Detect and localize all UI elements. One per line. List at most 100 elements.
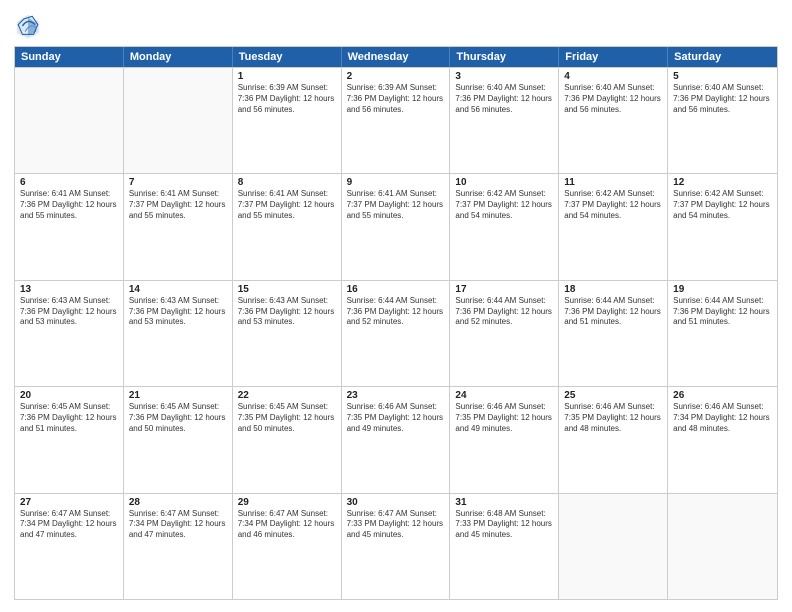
calendar-day-22: 22Sunrise: 6:45 AM Sunset: 7:35 PM Dayli… xyxy=(233,387,342,492)
header-day-friday: Friday xyxy=(559,47,668,67)
calendar-day-25: 25Sunrise: 6:46 AM Sunset: 7:35 PM Dayli… xyxy=(559,387,668,492)
calendar-day-19: 19Sunrise: 6:44 AM Sunset: 7:36 PM Dayli… xyxy=(668,281,777,386)
day-detail: Sunrise: 6:43 AM Sunset: 7:36 PM Dayligh… xyxy=(129,296,227,328)
day-detail: Sunrise: 6:41 AM Sunset: 7:37 PM Dayligh… xyxy=(347,189,445,221)
day-number: 19 xyxy=(673,284,772,295)
day-detail: Sunrise: 6:46 AM Sunset: 7:35 PM Dayligh… xyxy=(455,402,553,434)
day-detail: Sunrise: 6:44 AM Sunset: 7:36 PM Dayligh… xyxy=(564,296,662,328)
day-number: 24 xyxy=(455,390,553,401)
calendar-empty-cell xyxy=(559,494,668,599)
calendar-day-23: 23Sunrise: 6:46 AM Sunset: 7:35 PM Dayli… xyxy=(342,387,451,492)
calendar-empty-cell xyxy=(668,494,777,599)
day-number: 11 xyxy=(564,177,662,188)
day-detail: Sunrise: 6:45 AM Sunset: 7:36 PM Dayligh… xyxy=(20,402,118,434)
calendar-day-7: 7Sunrise: 6:41 AM Sunset: 7:37 PM Daylig… xyxy=(124,174,233,279)
calendar-day-28: 28Sunrise: 6:47 AM Sunset: 7:34 PM Dayli… xyxy=(124,494,233,599)
day-number: 6 xyxy=(20,177,118,188)
day-detail: Sunrise: 6:39 AM Sunset: 7:36 PM Dayligh… xyxy=(238,83,336,115)
day-number: 1 xyxy=(238,71,336,82)
header-day-tuesday: Tuesday xyxy=(233,47,342,67)
day-detail: Sunrise: 6:47 AM Sunset: 7:33 PM Dayligh… xyxy=(347,509,445,541)
calendar-day-14: 14Sunrise: 6:43 AM Sunset: 7:36 PM Dayli… xyxy=(124,281,233,386)
calendar: SundayMondayTuesdayWednesdayThursdayFrid… xyxy=(14,46,778,600)
calendar-day-20: 20Sunrise: 6:45 AM Sunset: 7:36 PM Dayli… xyxy=(15,387,124,492)
calendar-row-1: 6Sunrise: 6:41 AM Sunset: 7:36 PM Daylig… xyxy=(15,173,777,279)
day-number: 22 xyxy=(238,390,336,401)
day-detail: Sunrise: 6:39 AM Sunset: 7:36 PM Dayligh… xyxy=(347,83,445,115)
day-detail: Sunrise: 6:47 AM Sunset: 7:34 PM Dayligh… xyxy=(129,509,227,541)
header-day-thursday: Thursday xyxy=(450,47,559,67)
day-number: 23 xyxy=(347,390,445,401)
day-number: 17 xyxy=(455,284,553,295)
day-detail: Sunrise: 6:40 AM Sunset: 7:36 PM Dayligh… xyxy=(673,83,772,115)
day-number: 4 xyxy=(564,71,662,82)
day-detail: Sunrise: 6:44 AM Sunset: 7:36 PM Dayligh… xyxy=(455,296,553,328)
day-number: 21 xyxy=(129,390,227,401)
day-detail: Sunrise: 6:45 AM Sunset: 7:35 PM Dayligh… xyxy=(238,402,336,434)
day-detail: Sunrise: 6:43 AM Sunset: 7:36 PM Dayligh… xyxy=(20,296,118,328)
calendar-day-17: 17Sunrise: 6:44 AM Sunset: 7:36 PM Dayli… xyxy=(450,281,559,386)
day-number: 15 xyxy=(238,284,336,295)
calendar-day-30: 30Sunrise: 6:47 AM Sunset: 7:33 PM Dayli… xyxy=(342,494,451,599)
calendar-day-21: 21Sunrise: 6:45 AM Sunset: 7:36 PM Dayli… xyxy=(124,387,233,492)
calendar-day-11: 11Sunrise: 6:42 AM Sunset: 7:37 PM Dayli… xyxy=(559,174,668,279)
day-number: 5 xyxy=(673,71,772,82)
day-detail: Sunrise: 6:47 AM Sunset: 7:34 PM Dayligh… xyxy=(20,509,118,541)
calendar-row-2: 13Sunrise: 6:43 AM Sunset: 7:36 PM Dayli… xyxy=(15,280,777,386)
day-detail: Sunrise: 6:48 AM Sunset: 7:33 PM Dayligh… xyxy=(455,509,553,541)
day-detail: Sunrise: 6:41 AM Sunset: 7:37 PM Dayligh… xyxy=(238,189,336,221)
day-number: 18 xyxy=(564,284,662,295)
calendar-day-2: 2Sunrise: 6:39 AM Sunset: 7:36 PM Daylig… xyxy=(342,68,451,173)
day-detail: Sunrise: 6:45 AM Sunset: 7:36 PM Dayligh… xyxy=(129,402,227,434)
calendar-day-8: 8Sunrise: 6:41 AM Sunset: 7:37 PM Daylig… xyxy=(233,174,342,279)
header-day-wednesday: Wednesday xyxy=(342,47,451,67)
day-detail: Sunrise: 6:47 AM Sunset: 7:34 PM Dayligh… xyxy=(238,509,336,541)
day-detail: Sunrise: 6:42 AM Sunset: 7:37 PM Dayligh… xyxy=(564,189,662,221)
day-number: 9 xyxy=(347,177,445,188)
calendar-day-10: 10Sunrise: 6:42 AM Sunset: 7:37 PM Dayli… xyxy=(450,174,559,279)
calendar-day-26: 26Sunrise: 6:46 AM Sunset: 7:34 PM Dayli… xyxy=(668,387,777,492)
day-number: 12 xyxy=(673,177,772,188)
header-day-sunday: Sunday xyxy=(15,47,124,67)
day-detail: Sunrise: 6:41 AM Sunset: 7:37 PM Dayligh… xyxy=(129,189,227,221)
day-detail: Sunrise: 6:40 AM Sunset: 7:36 PM Dayligh… xyxy=(455,83,553,115)
calendar-row-0: 1Sunrise: 6:39 AM Sunset: 7:36 PM Daylig… xyxy=(15,67,777,173)
calendar-day-5: 5Sunrise: 6:40 AM Sunset: 7:36 PM Daylig… xyxy=(668,68,777,173)
day-detail: Sunrise: 6:46 AM Sunset: 7:35 PM Dayligh… xyxy=(564,402,662,434)
day-detail: Sunrise: 6:41 AM Sunset: 7:36 PM Dayligh… xyxy=(20,189,118,221)
calendar-day-12: 12Sunrise: 6:42 AM Sunset: 7:37 PM Dayli… xyxy=(668,174,777,279)
calendar-header: SundayMondayTuesdayWednesdayThursdayFrid… xyxy=(15,47,777,67)
day-detail: Sunrise: 6:44 AM Sunset: 7:36 PM Dayligh… xyxy=(347,296,445,328)
day-number: 7 xyxy=(129,177,227,188)
calendar-day-4: 4Sunrise: 6:40 AM Sunset: 7:36 PM Daylig… xyxy=(559,68,668,173)
day-number: 3 xyxy=(455,71,553,82)
logo xyxy=(14,12,46,40)
day-number: 29 xyxy=(238,497,336,508)
calendar-day-3: 3Sunrise: 6:40 AM Sunset: 7:36 PM Daylig… xyxy=(450,68,559,173)
calendar-day-9: 9Sunrise: 6:41 AM Sunset: 7:37 PM Daylig… xyxy=(342,174,451,279)
day-number: 25 xyxy=(564,390,662,401)
calendar-day-6: 6Sunrise: 6:41 AM Sunset: 7:36 PM Daylig… xyxy=(15,174,124,279)
calendar-day-31: 31Sunrise: 6:48 AM Sunset: 7:33 PM Dayli… xyxy=(450,494,559,599)
calendar-day-16: 16Sunrise: 6:44 AM Sunset: 7:36 PM Dayli… xyxy=(342,281,451,386)
header-day-saturday: Saturday xyxy=(668,47,777,67)
logo-icon xyxy=(14,12,42,40)
calendar-day-24: 24Sunrise: 6:46 AM Sunset: 7:35 PM Dayli… xyxy=(450,387,559,492)
day-detail: Sunrise: 6:43 AM Sunset: 7:36 PM Dayligh… xyxy=(238,296,336,328)
header-day-monday: Monday xyxy=(124,47,233,67)
day-detail: Sunrise: 6:44 AM Sunset: 7:36 PM Dayligh… xyxy=(673,296,772,328)
calendar-day-15: 15Sunrise: 6:43 AM Sunset: 7:36 PM Dayli… xyxy=(233,281,342,386)
day-number: 20 xyxy=(20,390,118,401)
day-number: 26 xyxy=(673,390,772,401)
calendar-body: 1Sunrise: 6:39 AM Sunset: 7:36 PM Daylig… xyxy=(15,67,777,599)
day-detail: Sunrise: 6:46 AM Sunset: 7:34 PM Dayligh… xyxy=(673,402,772,434)
day-detail: Sunrise: 6:46 AM Sunset: 7:35 PM Dayligh… xyxy=(347,402,445,434)
day-number: 27 xyxy=(20,497,118,508)
calendar-empty-cell xyxy=(15,68,124,173)
day-detail: Sunrise: 6:42 AM Sunset: 7:37 PM Dayligh… xyxy=(455,189,553,221)
day-number: 8 xyxy=(238,177,336,188)
day-detail: Sunrise: 6:40 AM Sunset: 7:36 PM Dayligh… xyxy=(564,83,662,115)
calendar-day-1: 1Sunrise: 6:39 AM Sunset: 7:36 PM Daylig… xyxy=(233,68,342,173)
day-number: 10 xyxy=(455,177,553,188)
calendar-day-29: 29Sunrise: 6:47 AM Sunset: 7:34 PM Dayli… xyxy=(233,494,342,599)
